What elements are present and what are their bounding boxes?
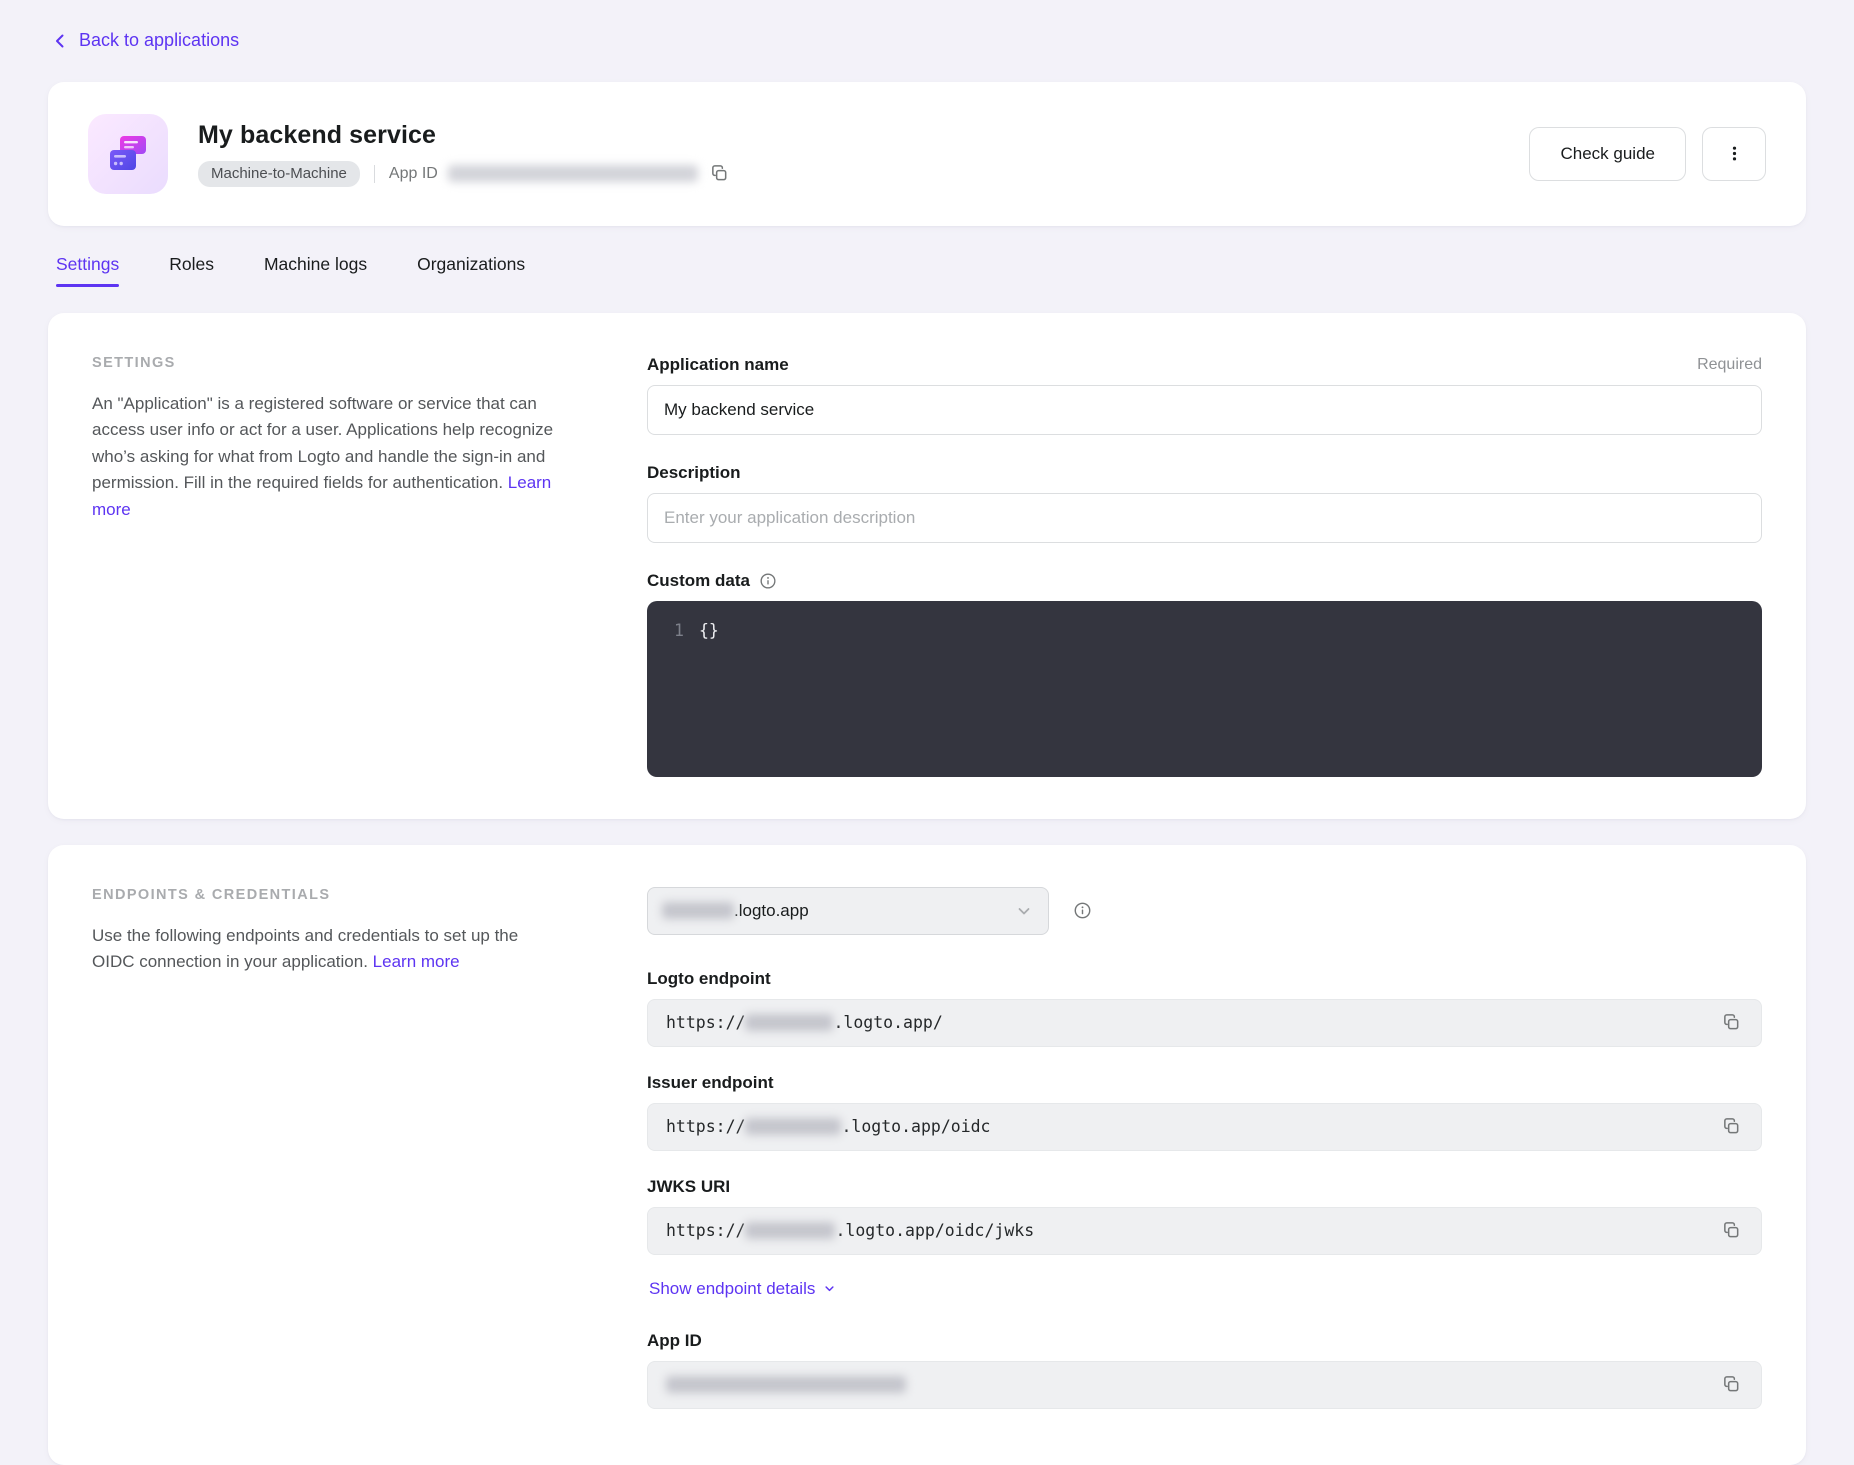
jwks-uri-field: JWKS URI https:// .logto.app/oidc/jwks: [647, 1177, 1762, 1255]
application-detail-page: Back to applications: [0, 0, 1854, 1465]
domain-select-row: .logto.app: [647, 887, 1762, 935]
application-name-field: Application name Required: [647, 355, 1762, 435]
endpoints-form: .logto.app Logto endpoint https:// .logt…: [647, 887, 1762, 1423]
settings-section-card: SETTINGS An "Application" is a registere…: [48, 313, 1806, 819]
application-name-input[interactable]: [647, 385, 1762, 435]
copy-app-id-button[interactable]: [708, 162, 731, 185]
header-actions: Check guide: [1529, 127, 1766, 181]
show-endpoint-details-link[interactable]: Show endpoint details: [649, 1279, 837, 1299]
logto-endpoint-field: Logto endpoint https:// .logto.app/: [647, 969, 1762, 1047]
url-prefix: https://: [666, 1013, 745, 1032]
settings-description-text: An "Application" is a registered softwar…: [92, 394, 553, 493]
tab-roles[interactable]: Roles: [169, 254, 214, 287]
machine-to-machine-app-icon: [104, 130, 152, 178]
application-name-label: Application name: [647, 355, 789, 375]
meta-divider: [374, 165, 375, 183]
domain-select[interactable]: .logto.app: [647, 887, 1049, 935]
url-prefix: https://: [666, 1117, 745, 1136]
settings-section-heading: SETTINGS: [92, 355, 562, 371]
copy-issuer-endpoint-button[interactable]: [1720, 1115, 1743, 1138]
endpoints-learn-more-link[interactable]: Learn more: [373, 952, 460, 971]
app-header-info: My backend service Machine-to-Machine Ap…: [198, 121, 731, 187]
required-tag: Required: [1697, 356, 1762, 374]
chevron-left-icon: [50, 31, 70, 51]
endpoints-section-description: Use the following endpoints and credenti…: [92, 923, 562, 976]
settings-section-description: An "Application" is a registered softwar…: [92, 391, 562, 524]
app-logo: [88, 114, 168, 194]
copy-icon: [1722, 1013, 1741, 1032]
url-suffix: .logto.app/: [833, 1013, 942, 1032]
code-line: 1 {}: [647, 618, 1762, 644]
app-header-card: My backend service Machine-to-Machine Ap…: [48, 82, 1806, 226]
url-redacted: [745, 1118, 841, 1135]
description-label: Description: [647, 463, 741, 483]
app-id-redacted: [666, 1376, 906, 1393]
endpoints-section-intro: ENDPOINTS & CREDENTIALS Use the followin…: [92, 887, 562, 1423]
copy-icon: [1722, 1117, 1741, 1136]
url-suffix: .logto.app/oidc/jwks: [835, 1221, 1034, 1240]
jwks-uri-value[interactable]: https:// .logto.app/oidc/jwks: [647, 1207, 1762, 1255]
description-field: Description: [647, 463, 1762, 543]
settings-section-intro: SETTINGS An "Application" is a registere…: [92, 355, 562, 777]
code-content: {}: [699, 618, 719, 644]
show-endpoint-details-label: Show endpoint details: [649, 1279, 815, 1299]
description-input[interactable]: [647, 493, 1762, 543]
issuer-endpoint-value[interactable]: https:// .logto.app/oidc: [647, 1103, 1762, 1151]
back-link-label: Back to applications: [79, 30, 239, 51]
custom-data-label: Custom data: [647, 571, 777, 591]
jwks-uri-label: JWKS URI: [647, 1177, 730, 1197]
issuer-endpoint-field: Issuer endpoint https:// .logto.app/oidc: [647, 1073, 1762, 1151]
app-type-badge: Machine-to-Machine: [198, 161, 360, 187]
copy-logto-endpoint-button[interactable]: [1720, 1011, 1743, 1034]
app-id-label: App ID: [389, 165, 438, 183]
copy-app-id-credential-button[interactable]: [1720, 1373, 1743, 1396]
endpoints-section-heading: ENDPOINTS & CREDENTIALS: [92, 887, 562, 903]
app-id-credential-label: App ID: [647, 1331, 702, 1351]
info-icon[interactable]: [759, 572, 777, 590]
copy-icon: [1722, 1375, 1741, 1394]
url-redacted: [745, 1222, 835, 1239]
back-to-applications-link[interactable]: Back to applications: [50, 30, 239, 51]
app-meta-row: Machine-to-Machine App ID: [198, 161, 731, 187]
copy-icon: [1722, 1221, 1741, 1240]
app-id-value-redacted: [448, 165, 698, 182]
more-actions-button[interactable]: [1702, 127, 1766, 181]
copy-jwks-uri-button[interactable]: [1720, 1219, 1743, 1242]
kebab-menu-icon: [1725, 144, 1744, 163]
info-icon[interactable]: [1073, 901, 1092, 920]
domain-suffix: .logto.app: [734, 901, 809, 921]
domain-prefix-redacted: [662, 902, 734, 919]
logto-endpoint-label: Logto endpoint: [647, 969, 771, 989]
custom-data-code-editor[interactable]: 1 {}: [647, 601, 1762, 777]
logto-endpoint-value[interactable]: https:// .logto.app/: [647, 999, 1762, 1047]
custom-data-label-text: Custom data: [647, 571, 750, 591]
url-prefix: https://: [666, 1221, 745, 1240]
app-id-credential-field: App ID: [647, 1331, 1762, 1409]
custom-data-field: Custom data 1 {}: [647, 571, 1762, 777]
url-suffix: .logto.app/oidc: [841, 1117, 990, 1136]
endpoints-section-card: ENDPOINTS & CREDENTIALS Use the followin…: [48, 845, 1806, 1465]
tab-organizations[interactable]: Organizations: [417, 254, 525, 287]
line-number: 1: [647, 618, 699, 644]
issuer-endpoint-label: Issuer endpoint: [647, 1073, 774, 1093]
chevron-down-icon: [822, 1281, 837, 1296]
tab-machine-logs[interactable]: Machine logs: [264, 254, 367, 287]
settings-form: Application name Required Description Cu…: [647, 355, 1762, 777]
chevron-down-icon: [1014, 901, 1034, 921]
app-detail-tabs: Settings Roles Machine logs Organization…: [56, 254, 1806, 287]
url-redacted: [745, 1014, 833, 1031]
app-id-credential-value[interactable]: [647, 1361, 1762, 1409]
tab-settings[interactable]: Settings: [56, 254, 119, 287]
topbar: Back to applications: [50, 30, 1806, 56]
check-guide-button[interactable]: Check guide: [1529, 127, 1686, 181]
copy-icon: [710, 164, 729, 183]
page-title: My backend service: [198, 121, 731, 150]
